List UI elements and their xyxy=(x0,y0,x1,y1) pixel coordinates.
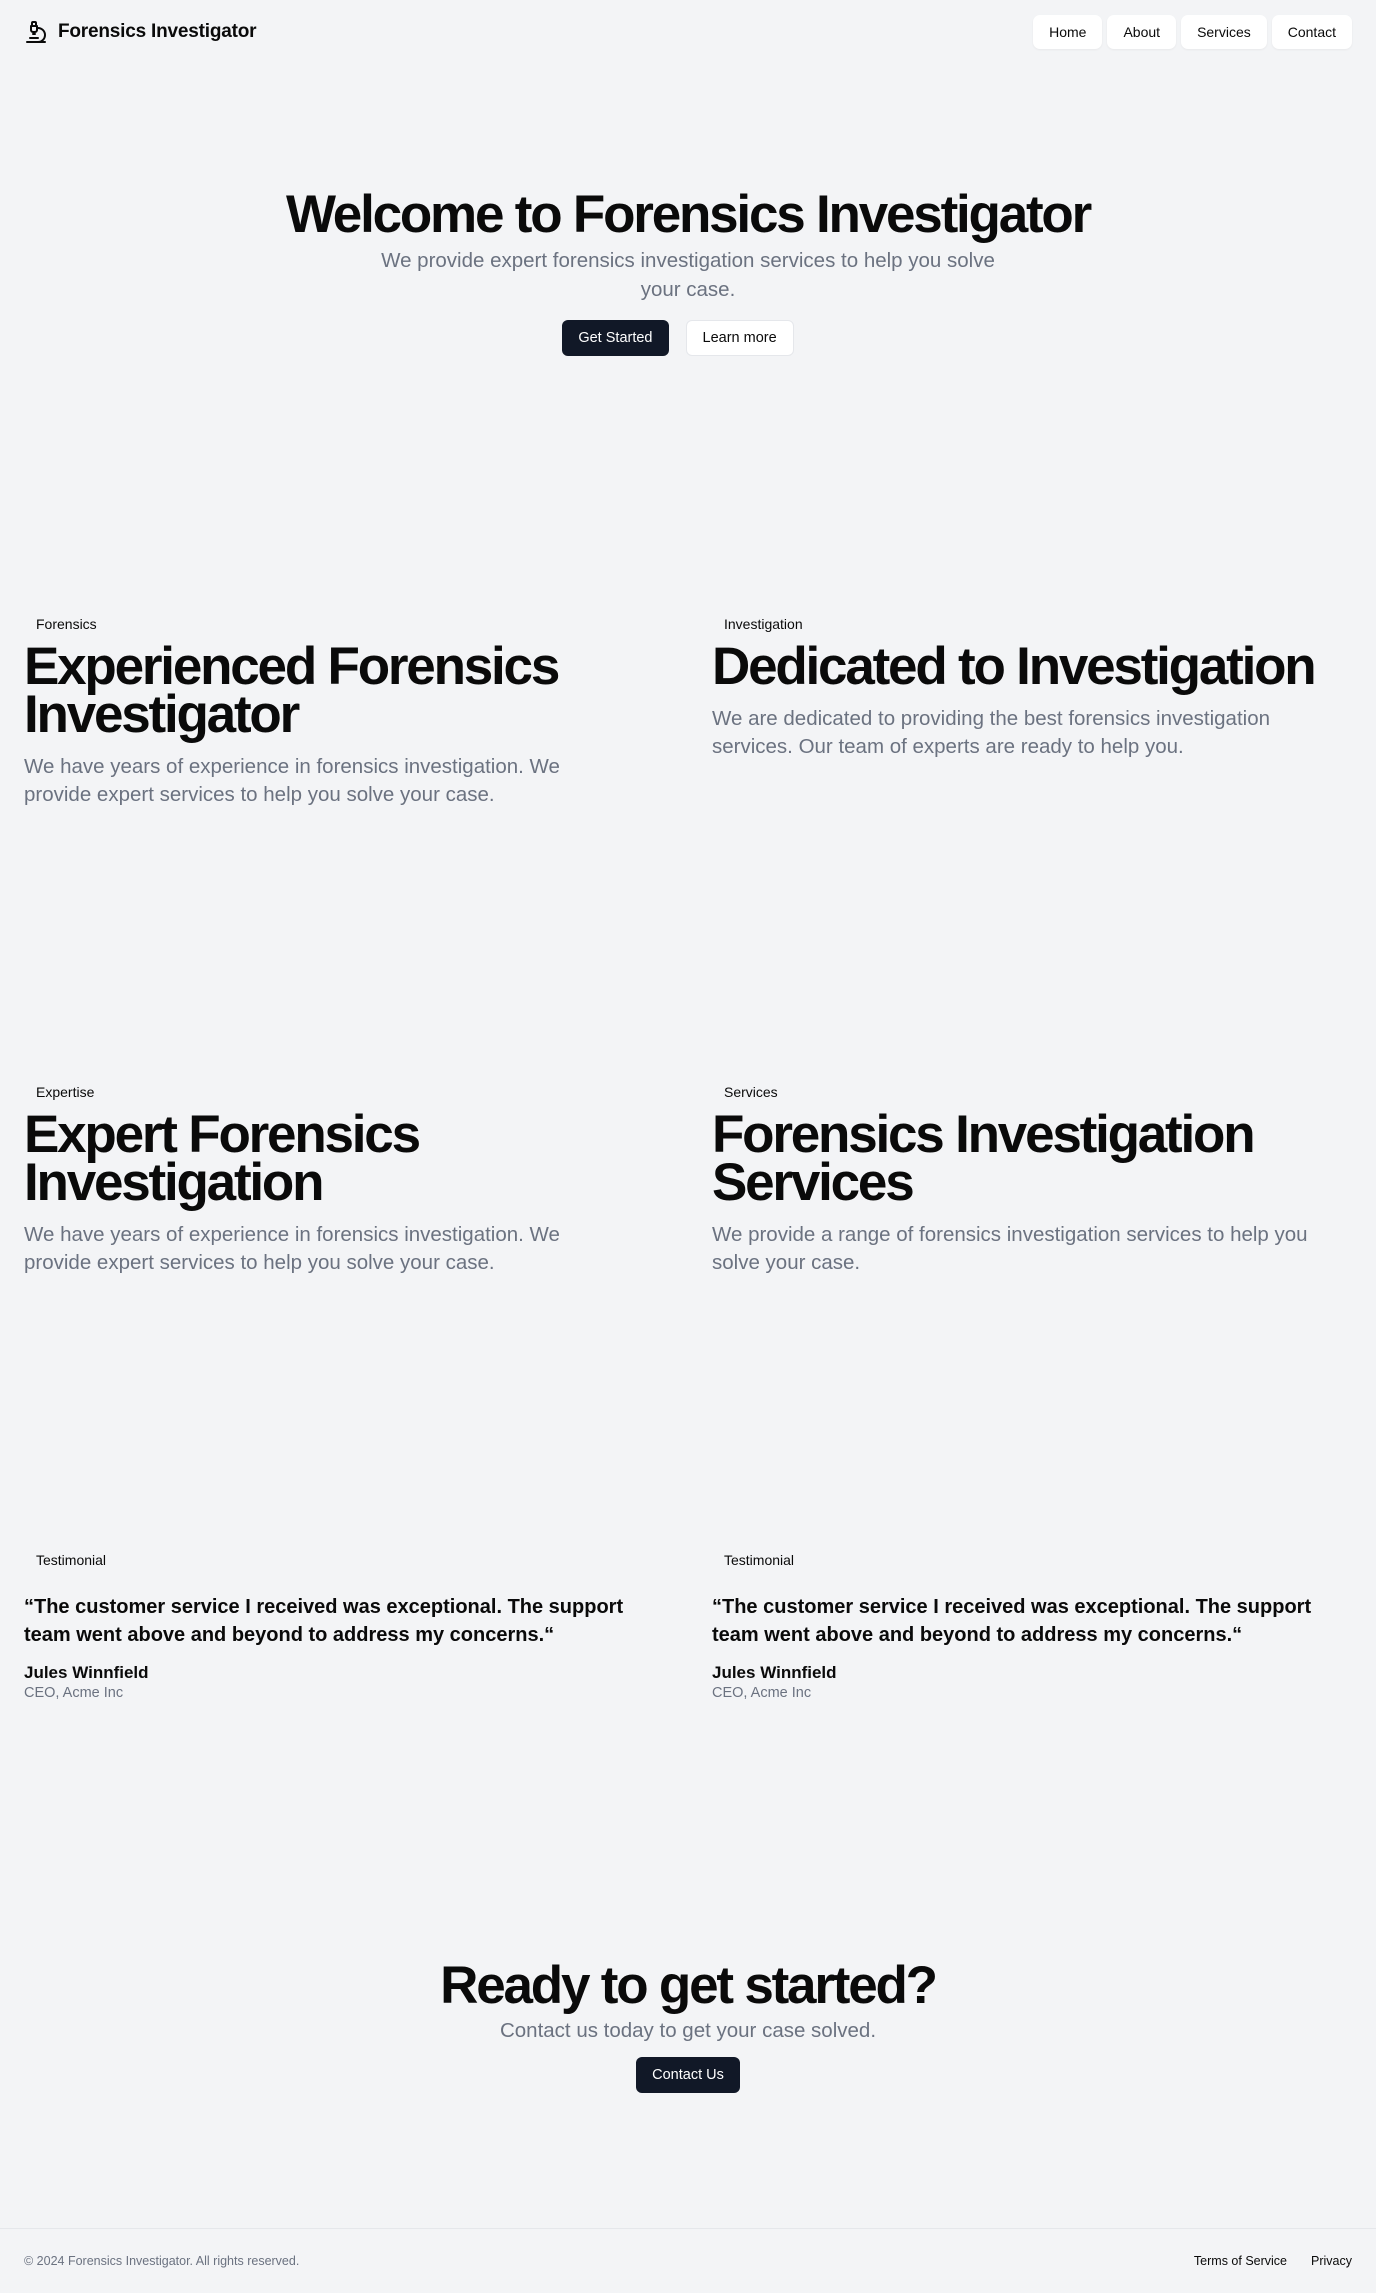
feature-title: Dedicated to Investigation xyxy=(712,637,1317,696)
cta-actions: Contact Us xyxy=(0,2057,1376,2093)
feature-badge: Investigation xyxy=(712,612,815,636)
cta-subtitle: Contact us today to get your case solved… xyxy=(499,2019,877,2042)
cta-section: Ready to get started? Contact us today t… xyxy=(0,1955,1376,2093)
privacy-link[interactable]: Privacy xyxy=(1311,2254,1352,2268)
feature-dedicated: Investigation Dedicated to Investigation… xyxy=(712,612,1372,761)
feature-title: Experienced Forensics Investigator xyxy=(24,637,560,744)
site-footer: © 2024 Forensics Investigator. All right… xyxy=(0,2228,1376,2293)
hero-title: Welcome to Forensics Investigator xyxy=(285,185,1092,244)
feature-text: We have years of experience in forensics… xyxy=(24,1223,560,1274)
hero-actions: Get Started Learn more xyxy=(0,320,1376,356)
testimonial-quote: “The customer service I received was exc… xyxy=(712,1596,1312,1646)
testimonial-card: Testimonial “The customer service I rece… xyxy=(712,1548,1372,1701)
cta-title: Ready to get started? xyxy=(440,1956,938,2015)
brand-name: Forensics Investigator xyxy=(58,21,257,42)
testimonial-card: Testimonial “The customer service I rece… xyxy=(24,1548,684,1701)
feature-title: Expert Forensics Investigation xyxy=(24,1105,421,1212)
feature-title: Forensics Investigation Services xyxy=(712,1105,1256,1212)
contact-us-button[interactable]: Contact Us xyxy=(636,2057,740,2093)
nav-services[interactable]: Services xyxy=(1181,15,1267,49)
nav-home[interactable]: Home xyxy=(1033,15,1103,49)
hero-subtitle: We provide expert forensics investigatio… xyxy=(381,249,995,301)
testimonial-role: CEO, Acme Inc xyxy=(24,1685,124,1701)
copyright-text: © 2024 Forensics Investigator. All right… xyxy=(24,2254,300,2268)
feature-text: We provide a range of forensics investig… xyxy=(712,1223,1308,1274)
nav-about[interactable]: About xyxy=(1107,15,1177,49)
main-nav: Home About Services Contact xyxy=(1033,15,1352,49)
testimonial-badge: Testimonial xyxy=(24,1548,119,1572)
testimonial-quote: “The customer service I received was exc… xyxy=(24,1596,624,1646)
feature-badge: Services xyxy=(712,1080,790,1104)
testimonial-badge: Testimonial xyxy=(712,1548,807,1572)
site-header: Forensics Investigator Home About Servic… xyxy=(0,0,1376,64)
microscope-icon xyxy=(24,20,48,44)
feature-text: We are dedicated to providing the best f… xyxy=(712,707,1271,758)
feature-expert: Expertise Expert Forensics Investigation… xyxy=(24,1080,684,1277)
feature-badge: Expertise xyxy=(24,1080,107,1104)
get-started-button[interactable]: Get Started xyxy=(562,320,669,356)
testimonial-role: CEO, Acme Inc xyxy=(712,1685,812,1701)
learn-more-button[interactable]: Learn more xyxy=(685,320,794,356)
footer-links: Terms of Service Privacy xyxy=(1194,2254,1352,2268)
feature-experienced: Forensics Experienced Forensics Investig… xyxy=(24,612,684,809)
hero-section: Welcome to Forensics Investigator We pro… xyxy=(0,184,1376,356)
brand[interactable]: Forensics Investigator xyxy=(24,20,257,44)
testimonial-author: Jules Winnfield xyxy=(712,1663,837,1682)
feature-badge: Forensics xyxy=(24,612,109,636)
testimonial-author: Jules Winnfield xyxy=(24,1663,149,1682)
terms-link[interactable]: Terms of Service xyxy=(1194,2254,1287,2268)
feature-text: We have years of experience in forensics… xyxy=(24,755,560,806)
nav-contact[interactable]: Contact xyxy=(1271,15,1352,49)
feature-services: Services Forensics Investigation Service… xyxy=(712,1080,1372,1277)
